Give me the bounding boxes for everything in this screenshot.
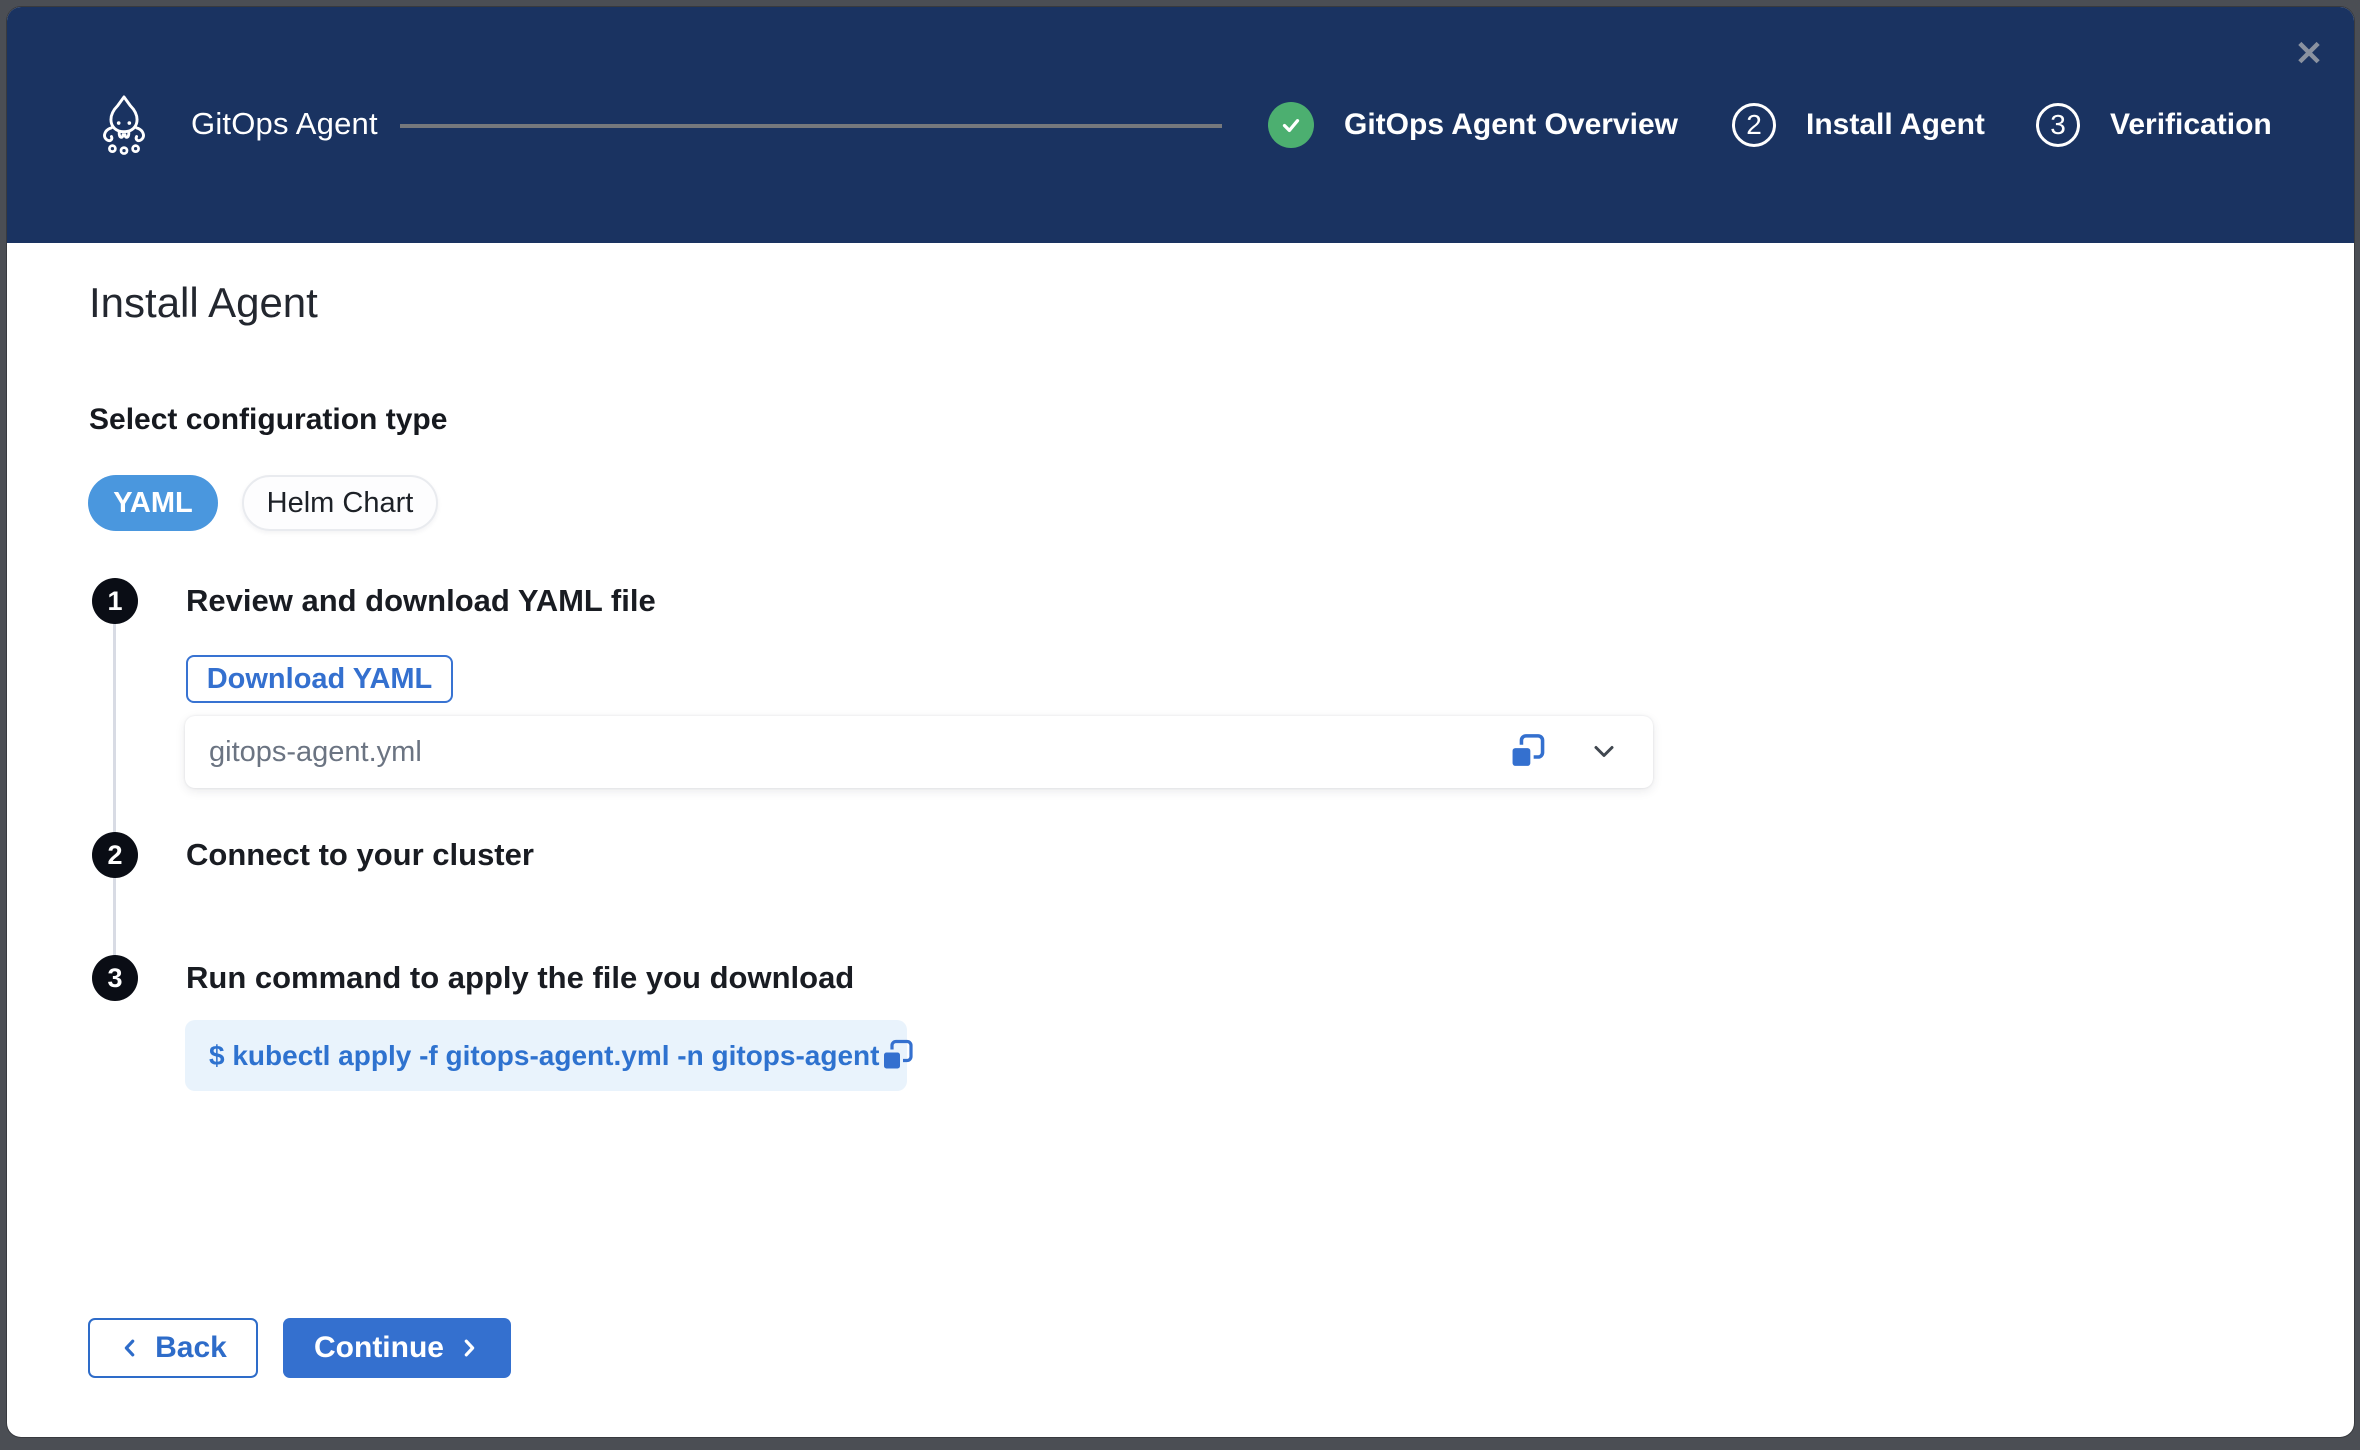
back-button[interactable]: Back [88, 1318, 258, 1378]
brand: GitOps Agent [95, 91, 378, 157]
copy-icon[interactable] [879, 1038, 915, 1074]
gitops-agent-logo-icon [95, 92, 153, 156]
command-text: $ kubectl apply -f gitops-agent.yml -n g… [209, 1040, 879, 1072]
back-button-label: Back [155, 1331, 227, 1365]
kubectl-command-snippet: $ kubectl apply -f gitops-agent.yml -n g… [185, 1020, 907, 1091]
step-2-badge: 2 [92, 832, 138, 878]
config-type-label: Select configuration type [89, 403, 447, 437]
config-option-helm-chart[interactable]: Helm Chart [242, 475, 438, 531]
step-1-badge: 1 [92, 578, 138, 624]
stepper-connector-line [400, 124, 1222, 128]
yaml-file-row[interactable]: gitops-agent.yml [185, 716, 1653, 788]
config-option-yaml[interactable]: YAML [88, 475, 218, 531]
chevron-left-icon [119, 1337, 141, 1359]
download-yaml-button[interactable]: Download YAML [186, 655, 453, 703]
continue-button-label: Continue [314, 1331, 444, 1365]
continue-button[interactable]: Continue [283, 1318, 511, 1378]
copy-icon[interactable] [1507, 732, 1547, 772]
wizard-header: GitOps Agent GitOps Agent Overview 2 Ins… [7, 7, 2354, 243]
step-number-badge: 2 [1732, 103, 1776, 147]
step-number-badge: 3 [2036, 103, 2080, 147]
wizard-step-verification[interactable]: 3 Verification [2036, 102, 2272, 148]
chevron-down-icon[interactable] [1589, 737, 1619, 767]
close-icon[interactable]: ✕ [2286, 31, 2332, 77]
check-icon [1268, 102, 1314, 148]
step-label: Install Agent [1806, 108, 1985, 142]
step-label: Verification [2110, 108, 2272, 142]
gitops-agent-wizard-screen: GitOps Agent GitOps Agent Overview 2 Ins… [0, 0, 2360, 1450]
yaml-file-name: gitops-agent.yml [209, 736, 1507, 769]
install-agent-modal: GitOps Agent GitOps Agent Overview 2 Ins… [7, 7, 2354, 1437]
step-3-badge: 3 [92, 955, 138, 1001]
step-label: GitOps Agent Overview [1344, 108, 1678, 142]
page-title: Install Agent [89, 279, 318, 327]
chevron-right-icon [458, 1337, 480, 1359]
step-1-title: Review and download YAML file [186, 583, 656, 619]
wizard-step-install-agent[interactable]: 2 Install Agent [1732, 102, 1985, 148]
wizard-step-overview[interactable]: GitOps Agent Overview [1268, 102, 1678, 148]
step-3-title: Run command to apply the file you downlo… [186, 960, 854, 996]
steps-connector-line [113, 607, 116, 957]
step-2-title: Connect to your cluster [186, 837, 534, 873]
brand-label: GitOps Agent [191, 106, 378, 142]
